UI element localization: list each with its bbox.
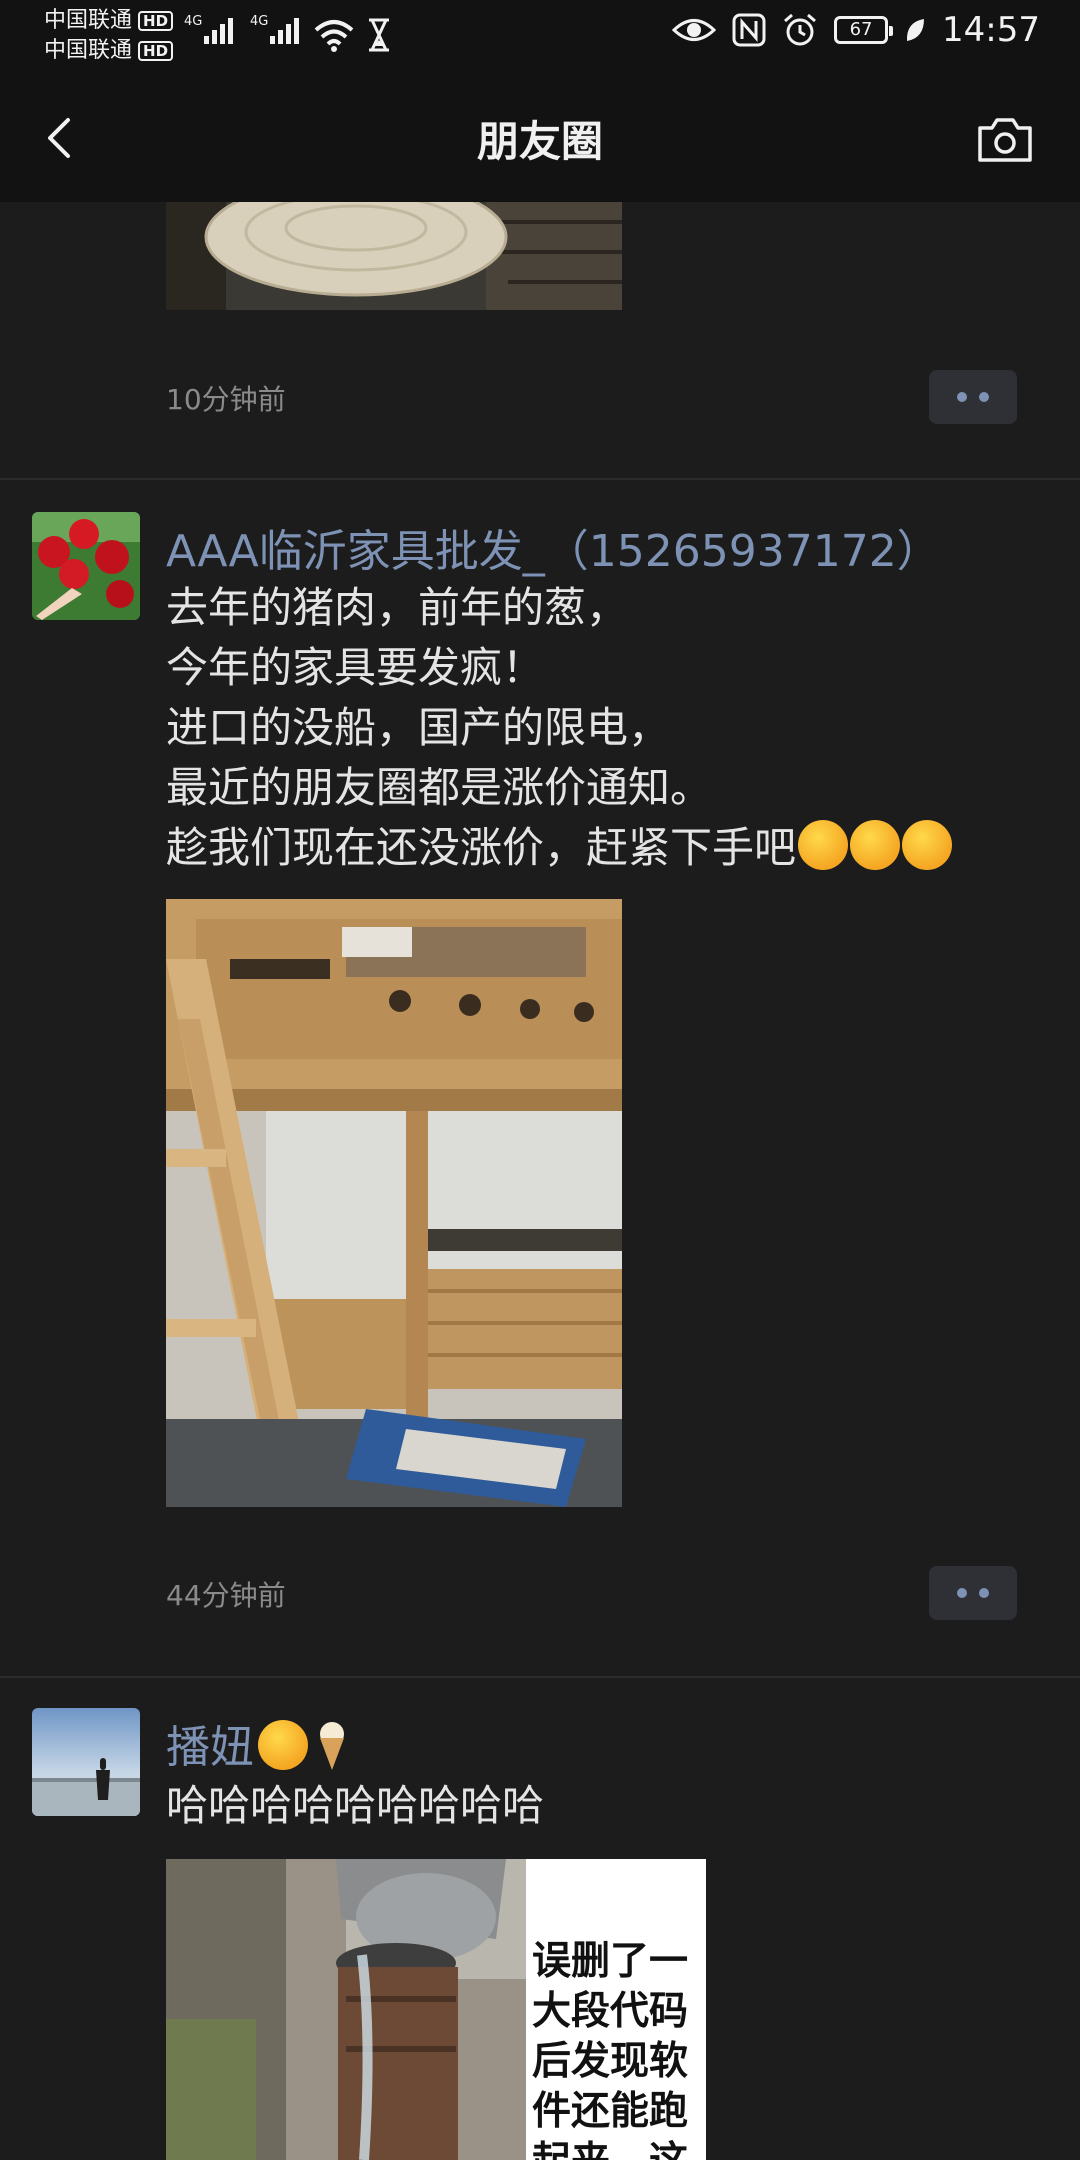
post-divider [0,478,1080,480]
shushing-face-emoji-icon [902,820,953,870]
hd-badge-2: HD [138,41,174,61]
leaf-icon [906,19,925,41]
carrier-1-label: 中国联通 [44,8,133,33]
avatar[interactable] [32,512,140,620]
post-2-text: 去年的猪肉，前年的葱， 今年的家具要发疯！ 进口的没船，国产的限电， 最近的朋友… [166,578,1046,878]
post-2-image[interactable] [166,899,622,1507]
post-3-author-label: 播妞 [166,1722,254,1773]
shushing-face-emoji-icon [798,820,849,870]
page-title: 朋友圈 [476,117,603,166]
signal-1-icon: 4G [184,14,234,44]
drooling-face-emoji-icon [258,1720,308,1770]
battery-icon: 67 [834,16,894,44]
post-2-body: 去年的猪肉，前年的葱， 今年的家具要发疯！ 进口的没船，国产的限电， 最近的朋友… [166,583,797,872]
hourglass-icon [369,18,389,52]
status-bar: 中国联通 HD 中国联通 HD 4G 4G 67 14:57 [0,0,1080,72]
post-2-more-button[interactable] [929,1566,1017,1620]
post-3-image-caption: 误删了一大段代码后发现软件还能跑起来，这 [532,1939,689,2160]
ice-cream-icon [320,1722,344,1770]
nfc-icon [732,13,766,47]
avatar[interactable] [32,1708,140,1816]
post-1-more-button[interactable] [929,370,1017,424]
network-type-2: 4G [250,14,269,29]
post-3-author-name[interactable]: 播妞 [166,1711,350,1775]
eye-icon [672,19,717,41]
camera-icon[interactable] [976,116,1034,164]
post-1-image[interactable] [166,202,622,310]
post-divider [0,1676,1080,1678]
post-2-timestamp: 44分钟前 [166,1579,286,1612]
alarm-icon [784,13,816,46]
signal-2-icon: 4G [250,14,300,44]
wifi-icon [314,20,354,52]
shushing-face-emoji-icon [850,820,901,870]
network-type-1: 4G [184,14,203,29]
battery-level: 67 [849,19,873,40]
post-1-timestamp: 10分钟前 [166,383,286,416]
post-3-text: 哈哈哈哈哈哈哈哈哈 [166,1781,545,1830]
clock: 14:57 [942,10,1040,50]
post-3-image[interactable]: 误删了一大段代码后发现软件还能跑起来，这 [166,1859,706,2160]
carrier-2-label: 中国联通 [44,38,133,63]
nav-bar: 朋友圈 [0,72,1080,202]
post-2-author-name[interactable]: AAA临沂家具批发_（15265937172） [166,515,941,579]
carrier-info: 中国联通 HD 中国联通 HD [44,6,174,66]
hd-badge: HD [138,11,174,31]
